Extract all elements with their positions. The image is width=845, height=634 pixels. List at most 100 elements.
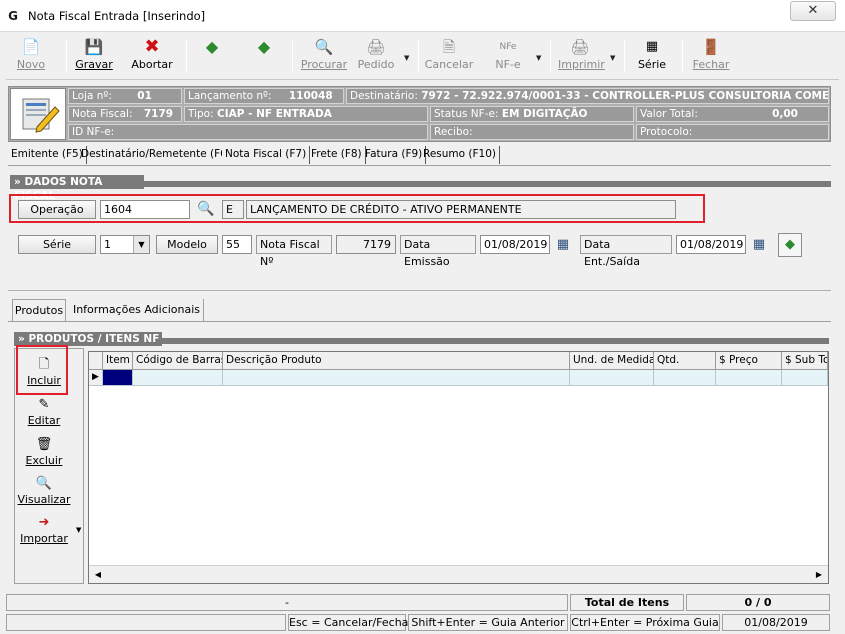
column-header-preco[interactable]: $ Preço (716, 352, 782, 370)
incluir-button[interactable]: 🗋 Incluir (17, 356, 71, 387)
table-row-cell[interactable] (716, 370, 782, 386)
calendar-icon[interactable]: ▦ (749, 235, 769, 254)
calendar-icon[interactable]: ▦ (553, 235, 573, 254)
status-date: 01/08/2019 (722, 614, 830, 631)
toolbar-separator (186, 40, 187, 72)
lancamento-cell: Lançamento nº: 110048 (184, 88, 344, 104)
tipo-cell: Tipo: CIAP - NF ENTRADA (184, 106, 428, 122)
tabs-divider (8, 165, 831, 166)
protocolo-cell: Protocolo: (636, 124, 829, 140)
magnifier-icon: 🔍 (35, 476, 53, 491)
current-row-indicator-icon: ▶ (89, 370, 103, 386)
exit-door-icon: 🚪 (701, 38, 721, 56)
excluir-button[interactable]: 🗑 Excluir (17, 436, 71, 467)
import-icon: ➜ (38, 515, 50, 530)
abortar-button[interactable]: ✖ Abortar (130, 36, 174, 78)
status-nfe-cell: Status NF-e: EM DIGITAÇÃO (430, 106, 634, 122)
printer-icon: 🖨 (570, 38, 590, 56)
visualizar-button[interactable]: 🔍 Visualizar (17, 475, 71, 506)
new-document-icon: 📄 (21, 38, 41, 56)
chevron-down-icon[interactable]: ▼ (133, 236, 149, 253)
pedido-dropdown-icon[interactable]: ▼ (404, 54, 409, 62)
hint-shift-enter: Shift+Enter = Guia Anterior (408, 614, 568, 631)
scroll-left-icon[interactable]: ◀ (91, 568, 105, 581)
next-button[interactable]: ◆ (252, 36, 276, 78)
editar-button[interactable]: ✎ Editar (17, 396, 71, 427)
products-grid[interactable]: Item Código de Barras Descrição Produto … (88, 351, 829, 584)
subtabs-divider (8, 321, 831, 322)
serie-select[interactable]: 1 ▼ (100, 235, 150, 254)
total-itens-label: Total de Itens (570, 594, 684, 611)
invoice-pencil-icon (22, 98, 60, 133)
close-button[interactable]: ✕ (790, 1, 836, 21)
subtab-informacoes[interactable]: Informações Adicionais (70, 299, 204, 321)
column-header-unidade[interactable]: Und. de Medida (570, 352, 654, 370)
importar-dropdown-icon[interactable]: ▼ (76, 526, 81, 534)
nfe-icon: NFe (499, 42, 517, 52)
tab-destinatario[interactable]: Destinatário/Remetente (F6) (78, 146, 235, 164)
total-itens-value: 0 / 0 (686, 594, 830, 611)
table-row-cell[interactable] (570, 370, 654, 386)
column-header-item[interactable]: Item (103, 352, 133, 370)
app-icon: G (8, 9, 18, 23)
importar-button[interactable]: ➜ Importar (17, 514, 71, 545)
novo-button[interactable]: 📄 Novo (14, 36, 48, 78)
cancel-document-icon: 🗎 (442, 38, 456, 56)
scroll-right-icon[interactable]: ▶ (812, 568, 826, 581)
subtab-produtos[interactable]: Produtos (12, 299, 66, 321)
search-operacao-icon[interactable]: 🔍 (196, 200, 216, 219)
horizontal-scrollbar[interactable]: ◀ ▶ (89, 565, 828, 583)
operacao-code-field[interactable]: 1604 (100, 200, 190, 219)
table-row-cell[interactable] (654, 370, 716, 386)
imprimir-dropdown-icon[interactable]: ▼ (610, 54, 615, 62)
status-empty (6, 614, 286, 631)
table-row-cell[interactable] (782, 370, 828, 386)
tab-emitente[interactable]: Emitente (F5) (8, 146, 87, 164)
produtos-section-line (162, 338, 829, 344)
hint-ctrl-enter: Ctrl+Enter = Próxima Guia (570, 614, 720, 631)
nota-fiscal-cell: Nota Fiscal: 7179 (68, 106, 182, 122)
tab-fatura[interactable]: Fatura (F9) (362, 146, 427, 164)
cancelar-button[interactable]: 🗎 Cancelar (424, 36, 474, 78)
section-divider (8, 290, 831, 291)
modelo-button[interactable]: Modelo (156, 235, 218, 254)
row-indicator-header (89, 352, 103, 370)
operacao-button[interactable]: Operação (18, 200, 96, 219)
abort-icon: ✖ (144, 36, 160, 57)
save-icon: 💾 (84, 38, 104, 56)
column-header-subtotal[interactable]: $ Sub To (782, 352, 828, 370)
fechar-button[interactable]: 🚪 Fechar (690, 36, 732, 78)
tab-frete[interactable]: Frete (F8) (308, 146, 366, 164)
data-ent-saida-field[interactable]: 01/08/2019 (676, 235, 746, 254)
column-header-descricao[interactable]: Descrição Produto (223, 352, 570, 370)
column-header-codigo[interactable]: Código de Barras (133, 352, 223, 370)
table-row-cell[interactable] (103, 370, 133, 386)
tab-resumo[interactable]: Resumo (F10) (420, 146, 500, 164)
column-header-qtd[interactable]: Qtd. (654, 352, 716, 370)
pedido-button[interactable]: 🖨 Pedido (354, 36, 398, 78)
serie-icon: ▦ (645, 39, 659, 54)
tab-nota-fiscal[interactable]: Nota Fiscal (F7) (222, 146, 311, 164)
procurar-button[interactable]: 🔍 Procurar (300, 36, 348, 78)
toolbar-separator (66, 40, 67, 72)
toolbar-separator (550, 40, 551, 72)
data-emissao-field[interactable]: 01/08/2019 (480, 235, 550, 254)
window-title: Nota Fiscal Entrada [Inserindo] (28, 9, 206, 23)
hint-esc: Esc = Cancelar/Fechar (288, 614, 413, 631)
imprimir-button[interactable]: 🖨 Imprimir (558, 36, 605, 78)
valor-total-cell: Valor Total: 0,00 (636, 106, 829, 122)
arrow-right-icon[interactable]: ◆ (778, 233, 802, 257)
edit-icon: ✎ (38, 397, 50, 412)
table-row-cell[interactable] (133, 370, 223, 386)
table-row-cell[interactable] (223, 370, 570, 386)
modelo-field[interactable]: 55 (222, 235, 252, 254)
gravar-button[interactable]: 💾 Gravar (74, 36, 114, 78)
nfe-dropdown-icon[interactable]: ▼ (536, 54, 541, 62)
serie-button[interactable]: ▦ Série (634, 36, 670, 78)
nfe-button[interactable]: NFe NF-e (490, 36, 526, 78)
toolbar: 📄 Novo 💾 Gravar ✖ Abortar ◆ ◆ 🔍 Procurar… (6, 34, 839, 80)
serie-button[interactable]: Série (18, 235, 96, 254)
data-emissao-label: Data Emissão (400, 235, 476, 268)
previous-button[interactable]: ◆ (200, 36, 224, 78)
new-item-icon: 🗋 (38, 357, 50, 372)
